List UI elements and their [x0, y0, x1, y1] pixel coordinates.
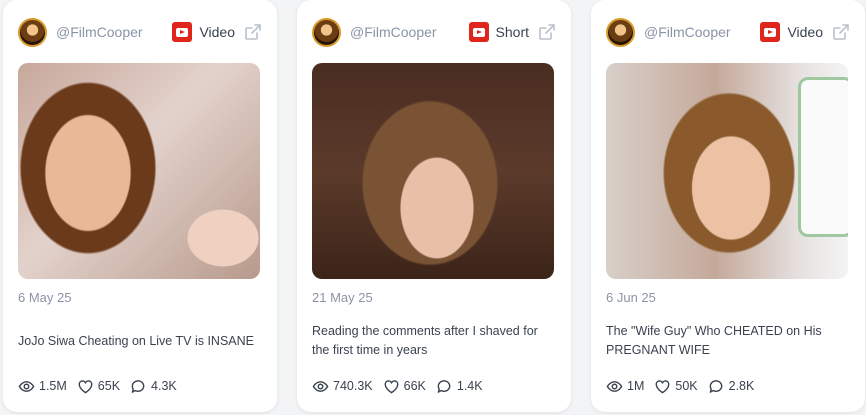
comments-stat: 4.3K [130, 378, 177, 395]
video-card[interactable]: @FilmCooper Short 21 May 25 Reading the … [297, 0, 571, 412]
heart-icon [656, 379, 670, 393]
likes-count: 66K [403, 379, 426, 393]
likes-stat: 66K [383, 378, 426, 395]
likes-stat: 65K [77, 378, 120, 395]
external-link-icon[interactable] [244, 23, 262, 41]
heart-icon [384, 379, 398, 393]
likes-stat: 50K [654, 378, 698, 395]
content-type-label: Short [495, 24, 529, 40]
channel-handle[interactable]: @FilmCooper [350, 24, 469, 40]
channel-handle[interactable]: @FilmCooper [56, 24, 172, 40]
eye-icon [606, 380, 623, 392]
external-link-icon[interactable] [538, 23, 556, 41]
views-count: 740.3K [333, 379, 373, 393]
views-stat: 1M [606, 378, 644, 395]
content-type-label: Video [199, 24, 235, 40]
stats-row: 1M 50K 2.8K [606, 376, 855, 396]
avatar[interactable] [606, 17, 635, 47]
comments-stat: 1.4K [436, 378, 483, 395]
youtube-icon [172, 22, 193, 42]
content-type-label: Video [787, 24, 823, 40]
views-count: 1.5M [39, 379, 67, 393]
avatar[interactable] [18, 17, 47, 47]
video-title[interactable]: The "Wife Guy" Who CHEATED on His PREGNA… [606, 322, 851, 360]
comments-count: 4.3K [151, 379, 177, 393]
video-title[interactable]: JoJo Siwa Cheating on Live TV is INSANE [18, 332, 263, 351]
external-link-icon[interactable] [832, 23, 850, 41]
phone-graphic [798, 77, 848, 237]
video-thumbnail[interactable] [18, 63, 260, 279]
channel-handle[interactable]: @FilmCooper [644, 24, 760, 40]
views-stat: 740.3K [312, 378, 373, 395]
views-stat: 1.5M [18, 378, 67, 395]
video-thumbnail[interactable] [312, 63, 554, 279]
stats-row: 740.3K 66K 1.4K [312, 376, 561, 396]
eye-icon [18, 380, 35, 392]
video-title[interactable]: Reading the comments after I shaved for … [312, 322, 557, 360]
likes-count: 50K [675, 379, 698, 393]
comments-count: 2.8K [728, 379, 755, 393]
video-card[interactable]: @FilmCooper Video 6 Jun 25 The "Wife Guy… [591, 0, 865, 412]
youtube-icon [468, 22, 489, 42]
youtube-icon [760, 22, 781, 42]
card-header: @FilmCooper Video [606, 16, 850, 48]
video-card[interactable]: @FilmCooper Video 6 May 25 JoJo Siwa Che… [3, 0, 277, 412]
card-header: @FilmCooper Video [18, 16, 262, 48]
avatar[interactable] [312, 17, 341, 47]
publish-date: 6 May 25 [18, 290, 72, 305]
publish-date: 6 Jun 25 [606, 290, 656, 305]
video-thumbnail[interactable] [606, 63, 848, 279]
comments-count: 1.4K [456, 379, 483, 393]
comments-stat: 2.8K [708, 378, 755, 395]
views-count: 1M [627, 379, 645, 393]
eye-icon [312, 380, 329, 392]
publish-date: 21 May 25 [312, 290, 373, 305]
heart-icon [78, 379, 93, 393]
comment-icon [437, 379, 451, 393]
comment-icon [709, 379, 723, 393]
card-header: @FilmCooper Short [312, 16, 556, 48]
stats-row: 1.5M 65K 4.3K [18, 376, 267, 396]
comment-icon [131, 379, 145, 393]
likes-count: 65K [97, 379, 121, 393]
